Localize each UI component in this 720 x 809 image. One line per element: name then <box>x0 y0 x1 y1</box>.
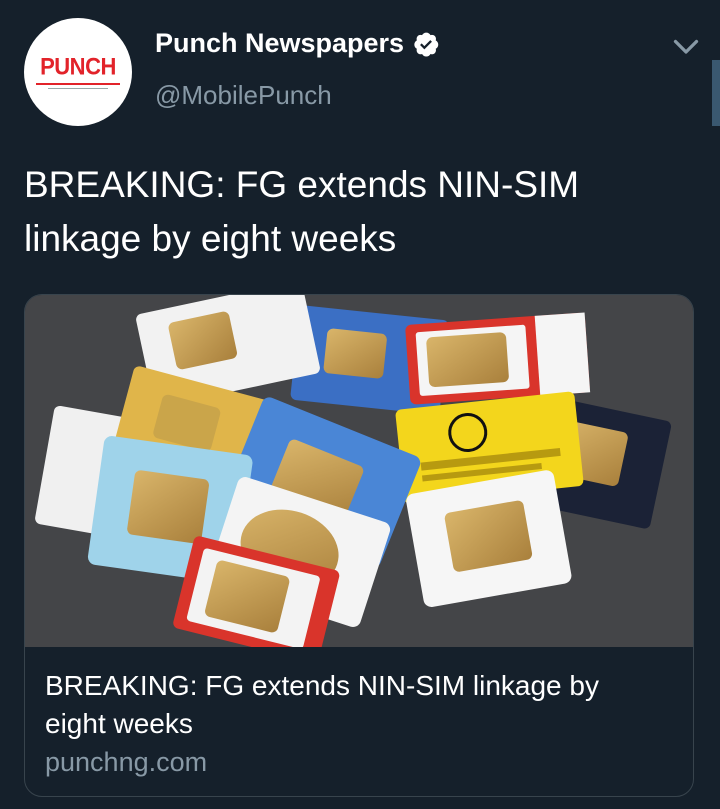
scroll-indicator <box>712 60 720 126</box>
display-name: Punch Newspapers <box>155 28 405 58</box>
verified-badge-icon <box>414 32 439 57</box>
avatar[interactable]: PUNCH <box>24 18 132 126</box>
logo-underline <box>36 82 120 85</box>
sim-cards-photo <box>25 295 693 647</box>
punch-logo: PUNCH <box>40 52 116 80</box>
card-title: BREAKING: FG extends NIN-SIM linkage by … <box>45 670 599 739</box>
author-name[interactable]: Punch Newspapers <box>155 28 440 59</box>
card-domain: punchng.com <box>45 747 208 777</box>
tweet-text: BREAKING: FG extends NIN-SIM linkage by … <box>24 164 580 259</box>
logo-tagline <box>48 87 108 89</box>
link-card[interactable]: BREAKING: FG extends NIN-SIM linkage by … <box>24 294 694 797</box>
author-handle[interactable]: @MobilePunch <box>155 80 332 111</box>
chevron-down-icon[interactable] <box>668 28 704 64</box>
